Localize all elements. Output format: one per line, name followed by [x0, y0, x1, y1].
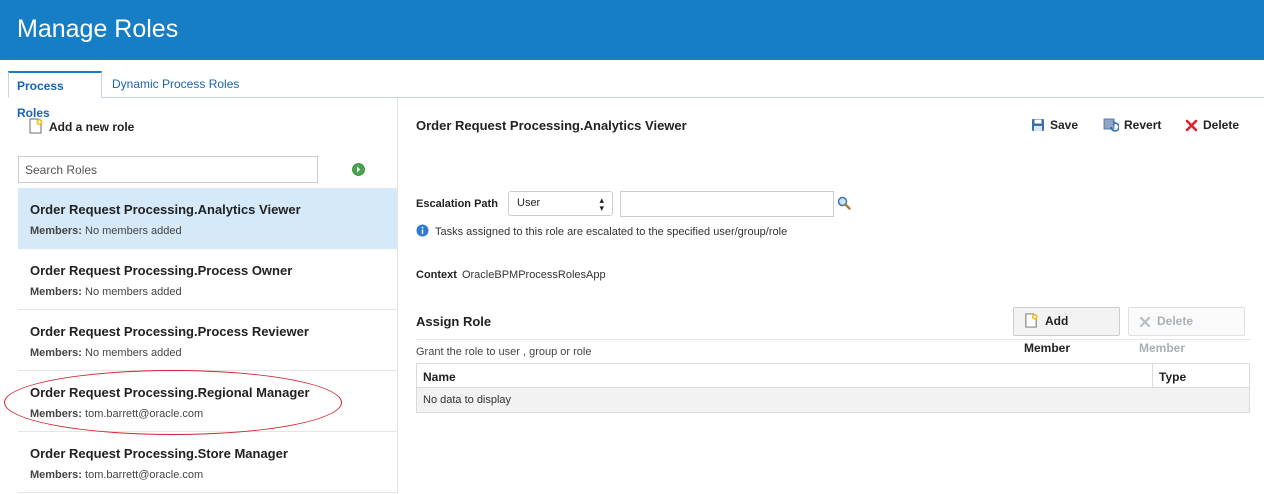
escalation-info: Tasks assigned to this role are escalate… [416, 224, 787, 240]
assign-role-title: Assign Role [416, 314, 492, 329]
role-members: Members: No members added [30, 347, 385, 359]
members-value: tom.barrett@oracle.com [85, 469, 204, 481]
revert-button[interactable]: Revert [1103, 118, 1161, 132]
role-item[interactable]: Order Request Processing.Process Reviewe… [18, 310, 397, 371]
role-item[interactable]: Order Request Processing.Store Manager M… [18, 432, 397, 493]
escalation-info-text: Tasks assigned to this role are escalate… [435, 226, 788, 238]
roles-panel: Add a new role Order Request Processing.… [8, 98, 398, 494]
add-document-icon [28, 118, 44, 137]
role-name: Order Request Processing.Analytics Viewe… [30, 202, 301, 217]
search-roles-input[interactable] [18, 156, 318, 183]
context-row: Context OracleBPMProcessRolesApp [416, 269, 606, 281]
column-header-name[interactable]: Name [423, 370, 456, 384]
context-label: Context [416, 269, 457, 281]
members-value: tom.barrett@oracle.com [85, 408, 204, 420]
role-members: Members: tom.barrett@oracle.com [30, 469, 385, 481]
page-header: Manage Roles [0, 0, 1264, 60]
delete-label: Delete [1203, 118, 1240, 132]
members-label: Members: [30, 225, 82, 237]
tab-process-roles[interactable]: Process Roles [8, 71, 102, 120]
delete-x-icon [1185, 119, 1198, 132]
delete-button[interactable]: Delete [1185, 118, 1239, 132]
revert-icon [1103, 118, 1120, 132]
table-header: Name Type [417, 364, 1249, 388]
select-arrows-icon: ▴ ▾ [599, 195, 604, 213]
role-list: Order Request Processing.Analytics Viewe… [18, 188, 397, 493]
context-value: OracleBPMProcessRolesApp [461, 269, 606, 281]
members-label: Members: [30, 286, 82, 298]
tab-bar: Process Roles Dynamic Process Roles [8, 71, 1264, 120]
role-members: Members: No members added [30, 286, 385, 298]
escalation-path-label: Escalation Path [416, 198, 498, 210]
role-name: Order Request Processing.Process Reviewe… [30, 324, 309, 339]
delete-x-icon [1139, 316, 1151, 328]
info-icon [416, 224, 429, 240]
escalation-type-value: User [517, 197, 541, 209]
role-detail-panel: Order Request Processing.Analytics Viewe… [416, 98, 1264, 494]
escalation-value-input[interactable] [620, 191, 834, 217]
role-name: Order Request Processing.Regional Manage… [30, 385, 310, 400]
empty-table-message: No data to display [423, 394, 512, 406]
members-label: Members: [30, 408, 82, 420]
members-value: No members added [85, 286, 182, 298]
save-icon [1032, 119, 1044, 131]
delete-member-button[interactable]: Delete Member [1128, 307, 1245, 355]
escalation-type-select[interactable]: User ▴ ▾ [508, 191, 613, 216]
role-detail-title: Order Request Processing.Analytics Viewe… [416, 118, 687, 133]
members-label: Members: [30, 347, 82, 359]
save-button[interactable]: Save [1031, 118, 1078, 132]
role-item[interactable]: Order Request Processing.Process Owner M… [18, 249, 397, 310]
role-name: Order Request Processing.Process Owner [30, 263, 293, 278]
page-title: Manage Roles [17, 15, 179, 43]
role-item[interactable]: Order Request Processing.Regional Manage… [18, 371, 397, 432]
members-value: No members added [85, 225, 182, 237]
go-arrow-icon[interactable] [352, 163, 365, 176]
members-label: Members: [30, 469, 82, 481]
search-icon[interactable] [837, 196, 851, 215]
add-member-button[interactable]: Add Member [1013, 307, 1120, 355]
tab-dynamic-process-roles[interactable]: Dynamic Process Roles [104, 71, 247, 98]
role-members: Members: tom.barrett@oracle.com [30, 408, 385, 420]
members-value: No members added [85, 347, 182, 359]
save-label: Save [1050, 118, 1079, 132]
grant-hint: Grant the role to user , group or role [416, 339, 1250, 358]
revert-label: Revert [1124, 118, 1162, 132]
add-role-button[interactable]: Add a new role [28, 118, 134, 134]
role-item[interactable]: Order Request Processing.Analytics Viewe… [18, 188, 397, 249]
column-header-type[interactable]: Type [1152, 364, 1252, 388]
role-name: Order Request Processing.Store Manager [30, 446, 288, 461]
add-role-label: Add a new role [49, 120, 135, 134]
add-document-icon [1025, 313, 1038, 328]
members-table: Name Type No data to display [416, 363, 1250, 413]
role-members: Members: No members added [30, 225, 385, 237]
table-row: No data to display [417, 388, 1249, 412]
